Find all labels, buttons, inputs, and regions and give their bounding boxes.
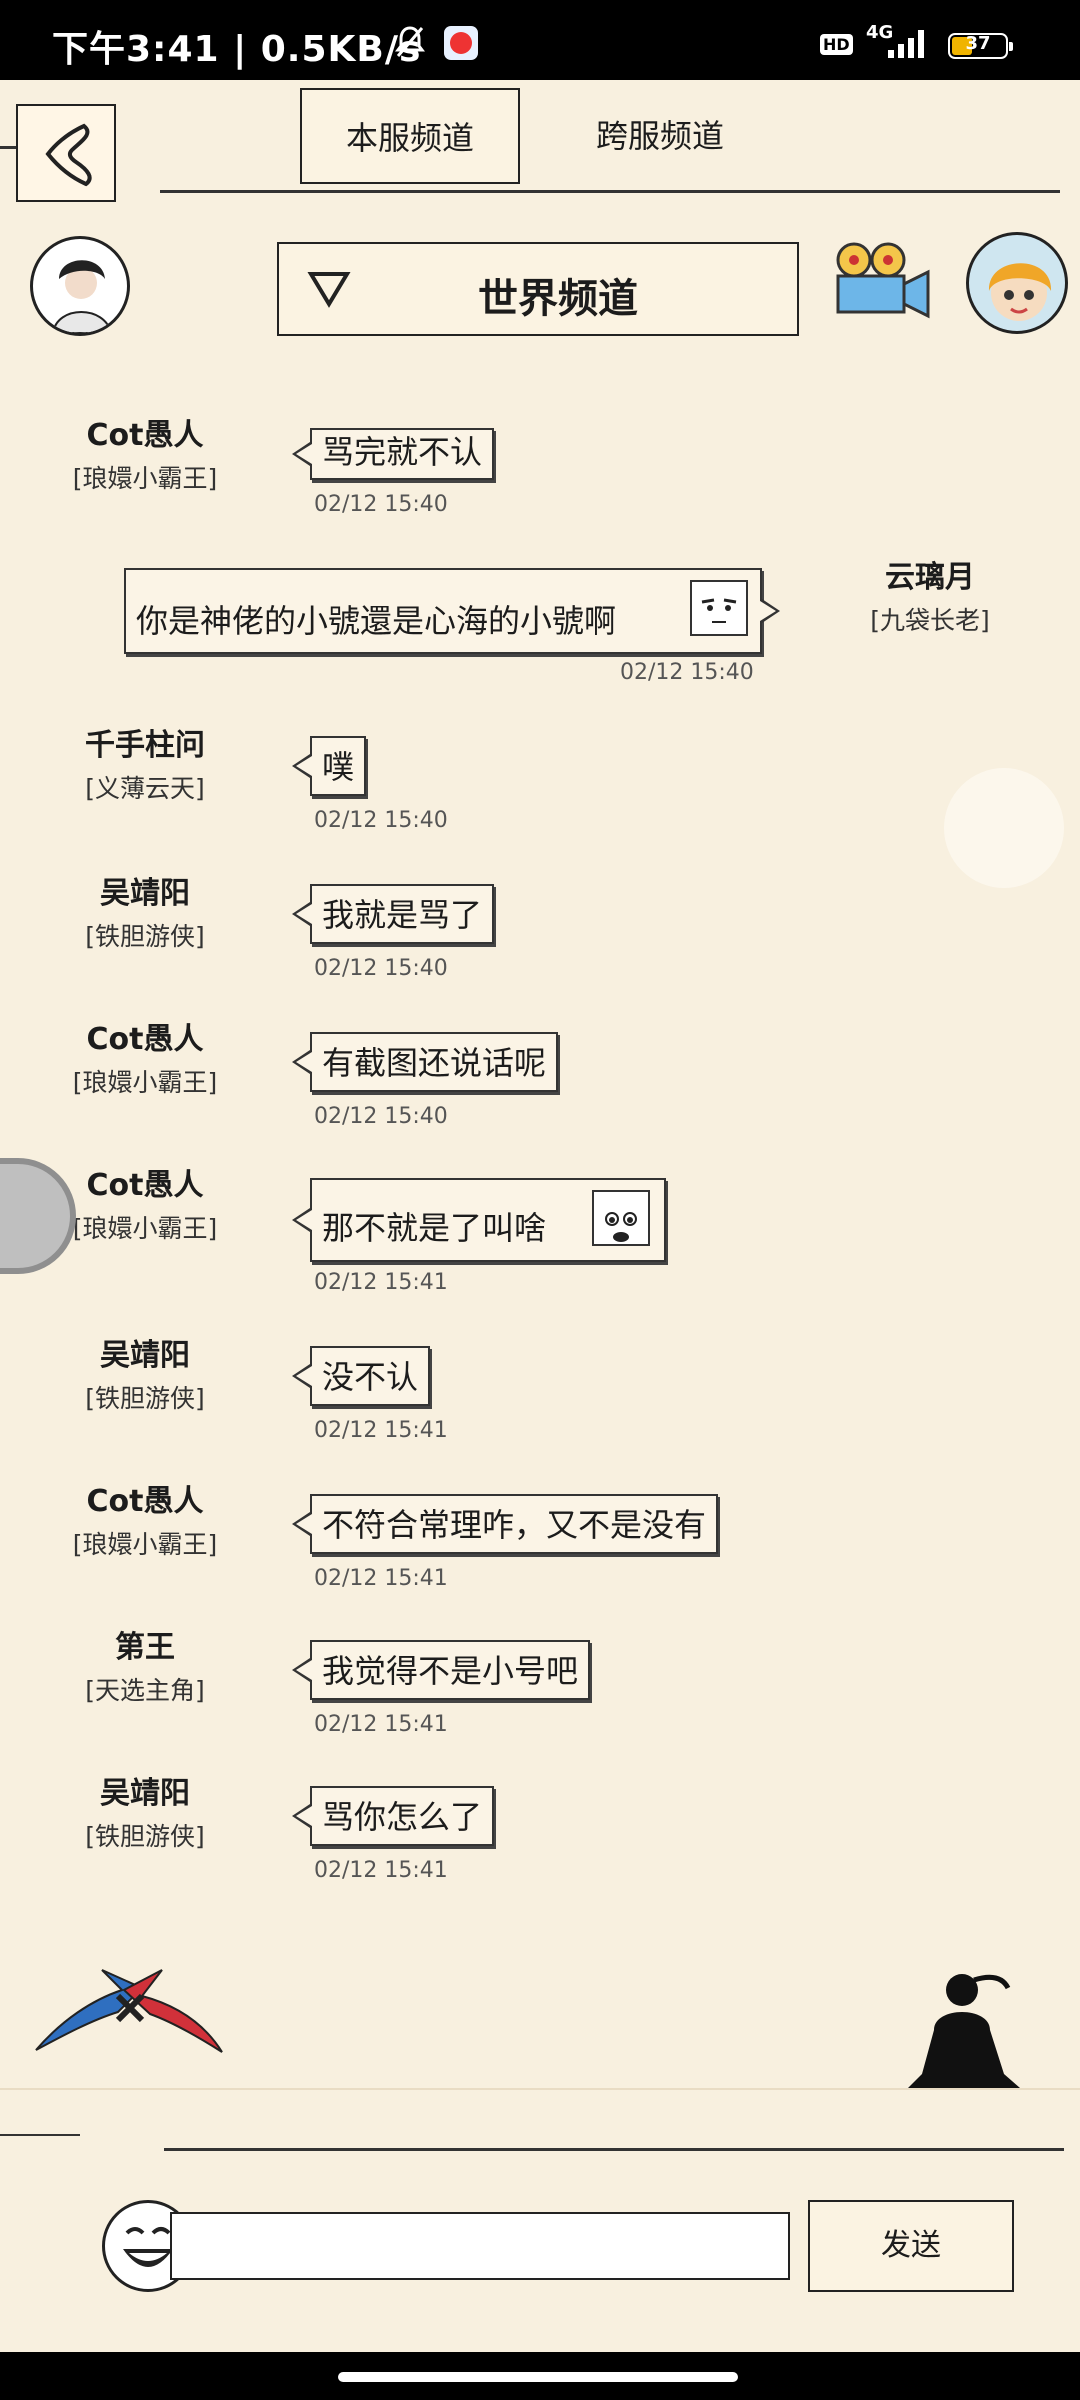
app-notification-icon bbox=[444, 26, 478, 60]
message-time: 02/12 15:40 bbox=[314, 956, 448, 981]
meme-face-icon bbox=[592, 1190, 650, 1246]
hd-badge: HD bbox=[820, 34, 853, 55]
message-bubble[interactable]: 不符合常理咋，又不是没有 bbox=[291, 1494, 719, 1554]
message-time: 02/12 15:41 bbox=[314, 1566, 448, 1591]
sender-title: [琅嬛小霸王] bbox=[72, 1068, 218, 1097]
sender-title: [九袋长老] bbox=[870, 606, 990, 635]
message-time: 02/12 15:41 bbox=[314, 1270, 448, 1295]
sender-name: 第王 bbox=[115, 1630, 175, 1665]
signal-icon bbox=[886, 28, 932, 64]
message-time: 02/12 15:41 bbox=[314, 1858, 448, 1883]
channel-name: 世界频道 bbox=[478, 276, 638, 322]
sender-name: Cot愚人 bbox=[86, 1022, 204, 1057]
sender-title: [天选主角] bbox=[85, 1676, 205, 1705]
header-divider-left bbox=[0, 146, 16, 149]
sender-title: [琅嬛小霸王] bbox=[72, 1530, 218, 1559]
channel-dropdown[interactable]: 世界频道 bbox=[277, 242, 799, 336]
tab-local-server[interactable]: 本服频道 bbox=[300, 88, 520, 184]
floating-menu-button[interactable] bbox=[944, 768, 1064, 888]
message-sender[interactable]: 云璃月 [九袋长老] bbox=[850, 560, 1010, 638]
meditating-figure-icon bbox=[904, 1970, 1024, 2098]
message-time: 02/12 15:40 bbox=[314, 1104, 448, 1129]
sender-name: 云璃月 bbox=[885, 560, 975, 595]
message-bubble[interactable]: 我就是骂了 bbox=[291, 884, 495, 944]
message-sender[interactable]: Cot愚人 [琅嬛小霸王] bbox=[30, 1022, 260, 1100]
message-sender[interactable]: 吴靖阳 [铁胆游侠] bbox=[30, 876, 260, 954]
home-indicator[interactable] bbox=[338, 2372, 738, 2382]
movie-camera-icon[interactable] bbox=[828, 238, 932, 326]
sender-name: 吴靖阳 bbox=[100, 1338, 190, 1373]
header-divider bbox=[160, 190, 1060, 193]
sender-name: Cot愚人 bbox=[86, 1484, 204, 1519]
send-button[interactable]: 发送 bbox=[808, 2200, 1014, 2292]
divider bbox=[0, 2088, 1080, 2090]
back-button[interactable] bbox=[16, 104, 116, 202]
meme-face-icon bbox=[690, 580, 748, 636]
back-arrow-icon bbox=[45, 123, 92, 187]
message-time: 02/12 15:40 bbox=[314, 808, 448, 833]
sender-name: 吴靖阳 bbox=[100, 876, 190, 911]
message-sender[interactable]: 吴靖阳 [铁胆游侠] bbox=[30, 1776, 260, 1854]
message-bubble[interactable]: 没不认 bbox=[291, 1346, 431, 1406]
battery-level: 37 bbox=[965, 33, 991, 54]
avatar[interactable] bbox=[30, 236, 130, 336]
vs-logo-icon bbox=[32, 1960, 228, 2060]
chat-input[interactable] bbox=[170, 2212, 790, 2280]
input-divider-left bbox=[0, 2134, 80, 2136]
sender-name: 吴靖阳 bbox=[100, 1776, 190, 1811]
sender-name: Cot愚人 bbox=[86, 418, 204, 453]
message-bubble[interactable]: 那不就是了叫啥 bbox=[292, 1178, 666, 1262]
message-sender[interactable]: 第王 [天选主角] bbox=[30, 1630, 260, 1708]
message-time: 02/12 15:40 bbox=[620, 660, 754, 685]
message-time: 02/12 15:41 bbox=[314, 1418, 448, 1443]
message-text: 那不就是了叫啥 bbox=[322, 1209, 547, 1247]
message-bubble[interactable]: 噗 bbox=[291, 736, 367, 796]
sender-title: [铁胆游侠] bbox=[85, 922, 205, 951]
message-sender[interactable]: 千手柱问 [义薄云天] bbox=[30, 728, 260, 806]
tab-cross-server[interactable]: 跨服频道 bbox=[560, 88, 760, 184]
status-bar: 下午3:41 | 0.5KB/s HD 4G 37 bbox=[0, 0, 1080, 80]
message-bubble[interactable]: 骂你怎么了 bbox=[291, 1786, 495, 1846]
message-sender[interactable]: 吴靖阳 [铁胆游侠] bbox=[30, 1338, 260, 1416]
bell-muted-icon bbox=[392, 24, 428, 64]
message-bubble[interactable]: 有截图还说话呢 bbox=[291, 1032, 559, 1092]
message-text: 你是神佬的小號還是心海的小號啊 bbox=[136, 602, 617, 640]
npc-avatar-icon[interactable] bbox=[966, 232, 1068, 334]
sender-title: [铁胆游侠] bbox=[85, 1822, 205, 1851]
message-bubble[interactable]: 骂完就不认 bbox=[291, 428, 495, 480]
message-bubble[interactable]: 你是神佬的小號還是心海的小號啊 bbox=[124, 568, 780, 654]
sender-title: [义薄云天] bbox=[85, 774, 205, 803]
sender-title: [铁胆游侠] bbox=[85, 1384, 205, 1413]
input-divider bbox=[164, 2148, 1064, 2151]
message-sender[interactable]: Cot愚人 [琅嬛小霸王] bbox=[30, 1484, 260, 1562]
status-time-speed: 下午3:41 | 0.5KB/s bbox=[52, 29, 422, 70]
sender-title: [琅嬛小霸王] bbox=[72, 464, 218, 493]
message-time: 02/12 15:41 bbox=[314, 1712, 448, 1737]
sender-name: 千手柱问 bbox=[85, 728, 205, 763]
message-time: 02/12 15:40 bbox=[314, 492, 448, 517]
battery-icon: 37 bbox=[948, 33, 1013, 59]
message-sender[interactable]: Cot愚人 [琅嬛小霸王] bbox=[30, 418, 260, 496]
message-bubble[interactable]: 我觉得不是小号吧 bbox=[291, 1640, 591, 1700]
